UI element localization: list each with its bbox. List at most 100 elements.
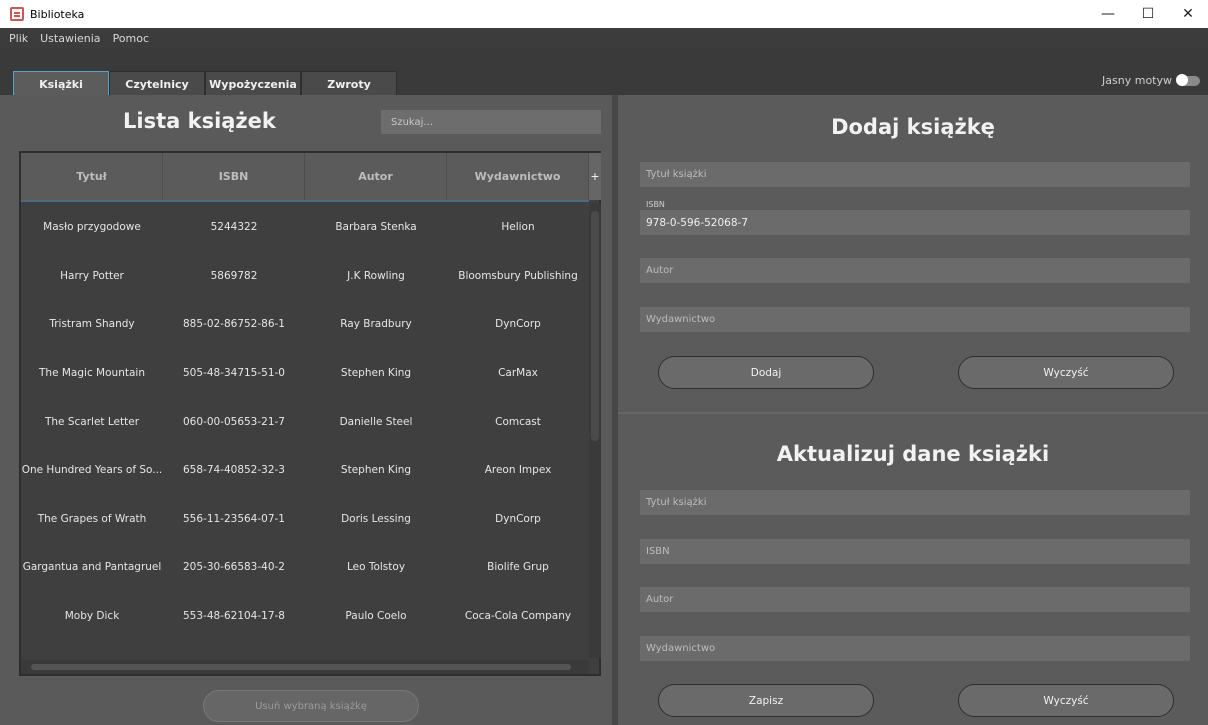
cell-author: Ray Bradbury bbox=[340, 318, 412, 331]
update-isbn-field[interactable]: ISBN bbox=[640, 539, 1190, 564]
delete-selected-book-button[interactable]: Usuń wybraną książkę bbox=[203, 690, 419, 722]
window-title: Biblioteka bbox=[30, 7, 85, 21]
maximize-button[interactable]: ☐ bbox=[1128, 0, 1168, 28]
toggle-knob bbox=[1176, 73, 1188, 86]
cell-author: Leo Tolstoy bbox=[346, 561, 406, 574]
cell-title: Gargantua and Pantagruel bbox=[22, 561, 162, 574]
table-row[interactable]: Moby Dick 553-48-62104-17-8 Paulo Coelo Coc… bbox=[21, 592, 589, 641]
cell-title: One Hundred Years of So... bbox=[21, 464, 163, 477]
cell-publisher: DynCorp bbox=[495, 318, 541, 331]
cell-isbn: 658-74-40852-32-3 bbox=[182, 464, 285, 477]
add-book-button[interactable]: Dodaj bbox=[658, 356, 874, 389]
book-list-title: Lista książek bbox=[123, 109, 276, 133]
column-menu-plus-icon[interactable]: + bbox=[589, 153, 601, 200]
cell-author: Danielle Steel bbox=[339, 415, 413, 428]
cell-publisher: Areon Impex bbox=[484, 464, 552, 477]
cell-title: Tristram Shandy bbox=[49, 318, 135, 331]
table-row[interactable]: Gargantua and Pantagruel 205-30-66583-40-… bbox=[21, 543, 589, 592]
tab-list: Książki Czytelnicy Wypożyczenia Zwroty bbox=[13, 71, 397, 96]
add-isbn-label: ISBN bbox=[646, 200, 665, 209]
cell-author: Stephen King bbox=[340, 464, 412, 477]
cell-isbn: 505-48-34715-51-0 bbox=[182, 367, 285, 380]
save-book-button[interactable]: Zapisz bbox=[658, 684, 874, 717]
add-author-field[interactable]: Autor bbox=[640, 258, 1190, 283]
cell-publisher: Bloomsbury Publishing bbox=[458, 269, 578, 282]
toggle-switch[interactable] bbox=[1176, 73, 1200, 86]
cell-author: J.K Rowling bbox=[347, 269, 405, 282]
table-row[interactable]: One Hundred Years of So... 658-74-40852-3… bbox=[21, 446, 589, 495]
section-divider bbox=[618, 412, 1208, 414]
add-clear-button[interactable]: Wyczyść bbox=[958, 356, 1174, 389]
add-publisher-field[interactable]: Wydawnictwo bbox=[640, 307, 1190, 332]
table-header: Tytuł ISBN Autor Wydawnictwo bbox=[21, 153, 589, 202]
menu-file[interactable]: Plik bbox=[9, 32, 28, 45]
cell-title: The Grapes of Wrath bbox=[37, 512, 147, 525]
cell-publisher: Biolife Grup bbox=[487, 561, 549, 574]
window-controls: — ☐ ✕ bbox=[1088, 0, 1208, 28]
update-title-field[interactable]: Tytuł książki bbox=[640, 490, 1190, 515]
books-table: Tytuł ISBN Autor Wydawnictwo + Masło prz… bbox=[19, 151, 601, 676]
theme-toggle-label: Jasny motyw bbox=[1102, 74, 1172, 87]
cell-isbn: 205-30-66583-40-2 bbox=[182, 561, 285, 574]
cell-publisher: Helion bbox=[501, 221, 535, 234]
cell-isbn: 060-00-05653-21-7 bbox=[182, 415, 285, 428]
horizontal-scrollbar[interactable] bbox=[21, 660, 589, 674]
book-forms-panel: Dodaj książkę Tytuł książki ISBN 978-0-5… bbox=[618, 95, 1208, 725]
table-row[interactable]: The Magic Mountain 505-48-34715-51-0 Steph… bbox=[21, 349, 589, 398]
cell-title: Harry Potter bbox=[60, 269, 124, 282]
tab-readers[interactable]: Czytelnicy bbox=[109, 71, 205, 96]
column-header-isbn[interactable]: ISBN bbox=[163, 153, 305, 200]
column-header-title[interactable]: Tytuł bbox=[21, 153, 163, 200]
search-input[interactable] bbox=[381, 110, 601, 134]
menu-help[interactable]: Pomoc bbox=[113, 32, 149, 45]
tab-books[interactable]: Książki bbox=[13, 71, 109, 96]
cell-publisher: DynCorp bbox=[495, 512, 541, 525]
menu-bar: Plik Ustawienia Pomoc bbox=[0, 28, 1208, 48]
tab-returns[interactable]: Zwroty bbox=[301, 71, 397, 96]
cell-isbn: 5869782 bbox=[210, 269, 258, 282]
vertical-scrollbar-thumb[interactable] bbox=[591, 211, 599, 441]
cell-title: Masło przygodowe bbox=[43, 221, 141, 234]
add-isbn-value[interactable]: 978-0-596-52068-7 bbox=[640, 210, 1190, 235]
table-row[interactable]: Masło przygodowe 5244322 Barbara Stenka Hel… bbox=[21, 203, 589, 252]
window-title-bar: Biblioteka — ☐ ✕ bbox=[0, 0, 1208, 28]
horizontal-scrollbar-thumb[interactable] bbox=[31, 664, 571, 670]
update-publisher-field[interactable]: Wydawnictwo bbox=[640, 636, 1190, 661]
table-row[interactable]: Tristram Shandy 885-02-86752-86-1 Ray Brad… bbox=[21, 300, 589, 349]
menu-settings[interactable]: Ustawienia bbox=[40, 32, 100, 45]
book-list-panel: Lista książek Tytuł ISBN Autor Wydawnict… bbox=[8, 95, 612, 725]
close-button[interactable]: ✕ bbox=[1168, 0, 1208, 28]
cell-title: The Magic Mountain bbox=[39, 367, 145, 380]
minimize-button[interactable]: — bbox=[1088, 0, 1128, 28]
cell-publisher: Coca-Cola Company bbox=[464, 610, 572, 623]
table-row[interactable]: Harry Potter 5869782 J.K Rowling Bloomsbury… bbox=[21, 252, 589, 301]
cell-author: Stephen King bbox=[340, 367, 412, 380]
cell-author: Paulo Coelo bbox=[345, 610, 407, 623]
add-book-title: Dodaj książkę bbox=[831, 115, 995, 139]
cell-isbn: 885-02-86752-86-1 bbox=[182, 318, 285, 331]
tab-loans[interactable]: Wypożyczenia bbox=[205, 71, 301, 96]
tab-bar: Książki Czytelnicy Wypożyczenia Zwroty J… bbox=[0, 48, 1208, 96]
update-author-field[interactable]: Autor bbox=[640, 587, 1190, 612]
column-header-publisher[interactable]: Wydawnictwo bbox=[447, 153, 589, 200]
cell-isbn: 553-48-62104-17-8 bbox=[182, 610, 285, 623]
update-book-title: Aktualizuj dane książki bbox=[776, 442, 1050, 466]
cell-isbn: 5244322 bbox=[210, 221, 258, 234]
cell-author: Barbara Stenka bbox=[335, 221, 417, 234]
table-row[interactable]: The Grapes of Wrath 556-11-23564-07-1 Dori… bbox=[21, 495, 589, 544]
app-book-icon bbox=[10, 7, 24, 21]
cell-author: Doris Lessing bbox=[341, 512, 411, 525]
table-body: Masło przygodowe 5244322 Barbara Stenka Hel… bbox=[21, 203, 589, 689]
update-clear-button[interactable]: Wyczyść bbox=[958, 684, 1174, 717]
column-header-author[interactable]: Autor bbox=[305, 153, 447, 200]
cell-publisher: CarMax bbox=[498, 367, 538, 380]
cell-title: Moby Dick bbox=[64, 610, 120, 623]
cell-publisher: Comcast bbox=[495, 415, 541, 428]
add-title-field[interactable]: Tytuł książki bbox=[640, 162, 1190, 187]
cell-isbn: 556-11-23564-07-1 bbox=[182, 512, 285, 525]
theme-toggle[interactable]: Jasny motyw bbox=[1102, 73, 1200, 87]
cell-title: The Scarlet Letter bbox=[44, 415, 140, 428]
vertical-scrollbar[interactable] bbox=[589, 203, 601, 658]
add-isbn-field[interactable]: ISBN 978-0-596-52068-7 bbox=[640, 200, 1190, 235]
table-row[interactable]: The Scarlet Letter 060-00-05653-21-7 Danie… bbox=[21, 397, 589, 446]
